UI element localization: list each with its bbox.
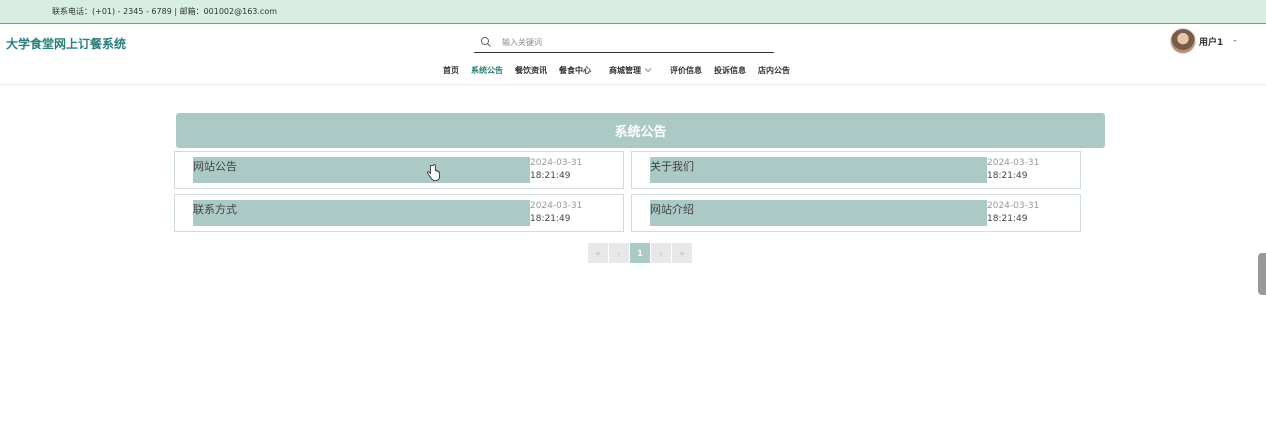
search-input[interactable] [502, 35, 762, 49]
notice-card[interactable]: 关于我们 2024-03-31 18:21:49 [631, 151, 1081, 189]
pagination: « ‹ 1 › » [588, 243, 693, 263]
site-title[interactable]: 大学食堂网上订餐系统 [6, 35, 126, 52]
nav-system-notice[interactable]: 系统公告 [471, 65, 503, 76]
search-icon[interactable] [480, 36, 492, 48]
section-header: 系统公告 [176, 113, 1105, 148]
user-dropdown-caret[interactable]: - [1233, 36, 1236, 46]
header: 大学食堂网上订餐系统 用户1 - 首页 系统公告 餐饮资讯 餐食中心 商城管理 … [0, 25, 1266, 85]
notice-time: 18:21:49 [530, 171, 571, 181]
notice-card[interactable]: 联系方式 2024-03-31 18:21:49 [174, 194, 624, 232]
notice-time: 18:21:49 [987, 171, 1028, 181]
notice-bar [193, 157, 530, 183]
nav-meal-center[interactable]: 餐食中心 [559, 65, 591, 76]
nav-store-notice[interactable]: 店内公告 [758, 65, 790, 76]
notice-bar [650, 157, 987, 183]
top-contact-bar: 联系电话：(+01) - 2345 - 6789 | 邮箱：001002@163… [0, 0, 1266, 24]
page-first-button[interactable]: « [588, 243, 608, 263]
side-scroll-handle[interactable] [1258, 253, 1266, 295]
notice-bar [650, 200, 987, 226]
avatar[interactable] [1170, 28, 1196, 54]
notice-date: 2024-03-31 [530, 158, 583, 168]
notice-card[interactable]: 网站公告 2024-03-31 18:21:49 [174, 151, 624, 189]
notice-title[interactable]: 联系方式 [193, 201, 237, 217]
search-box [474, 33, 774, 53]
hand-cursor-icon [426, 164, 440, 181]
page-next-button[interactable]: › [651, 243, 671, 263]
nav-complaints[interactable]: 投诉信息 [714, 65, 746, 76]
notice-card[interactable]: 网站介绍 2024-03-31 18:21:49 [631, 194, 1081, 232]
notice-datetime: 2024-03-31 18:21:49 [530, 200, 582, 226]
chevron-down-icon [644, 68, 652, 73]
notice-title[interactable]: 关于我们 [650, 158, 694, 174]
notice-time: 18:21:49 [530, 214, 571, 224]
contact-info: 联系电话：(+01) - 2345 - 6789 | 邮箱：001002@163… [52, 7, 278, 16]
page-current-button[interactable]: 1 [630, 243, 650, 263]
nav-dining-news[interactable]: 餐饮资讯 [515, 65, 547, 76]
nav-reviews[interactable]: 评价信息 [670, 65, 702, 76]
user-name[interactable]: 用户1 [1199, 35, 1223, 48]
notice-datetime: 2024-03-31 18:21:49 [530, 157, 582, 183]
nav-mall-management[interactable]: 商城管理 [609, 65, 652, 76]
page-last-button[interactable]: » [672, 243, 692, 263]
notice-bar [193, 200, 530, 226]
notice-date: 2024-03-31 [987, 201, 1040, 211]
notice-date: 2024-03-31 [530, 201, 583, 211]
nav-mall-management-label: 商城管理 [609, 65, 641, 75]
section-title: 系统公告 [614, 125, 667, 140]
user-menu[interactable]: 用户1 - [1170, 27, 1237, 55]
notice-datetime: 2024-03-31 18:21:49 [987, 200, 1039, 226]
notice-time: 18:21:49 [987, 214, 1028, 224]
main-nav: 首页 系统公告 餐饮资讯 餐食中心 商城管理 评价信息 投诉信息 店内公告 [443, 63, 802, 77]
notice-datetime: 2024-03-31 18:21:49 [987, 157, 1039, 183]
nav-home[interactable]: 首页 [443, 65, 459, 76]
notice-title[interactable]: 网站公告 [193, 158, 237, 174]
notice-title[interactable]: 网站介绍 [650, 201, 694, 217]
page-prev-button[interactable]: ‹ [609, 243, 629, 263]
notice-date: 2024-03-31 [987, 158, 1040, 168]
